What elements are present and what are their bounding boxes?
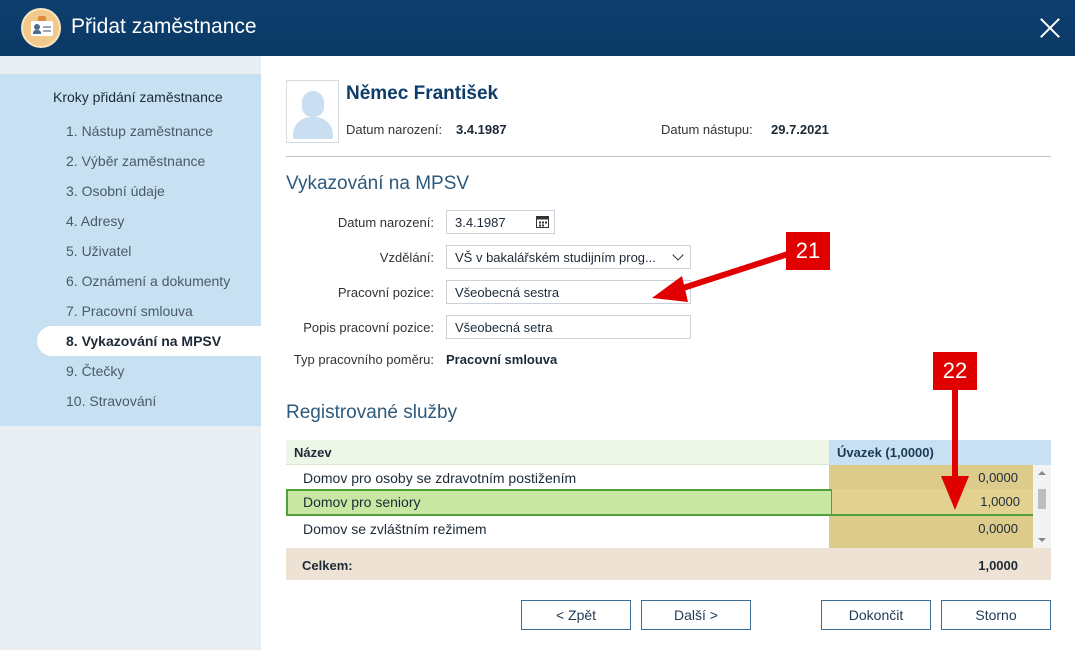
scroll-up-icon[interactable] (1038, 471, 1046, 475)
position-label: Pracovní pozice: (337, 285, 434, 300)
window-title: Přidat zaměstnance (71, 15, 257, 38)
step-2[interactable]: 2. Výběr zaměstnance (66, 153, 205, 169)
step-6[interactable]: 6. Oznámení a dokumenty (66, 273, 230, 289)
start-date-label: Datum nástupu: (661, 122, 753, 137)
position-value: Všeobecná sestra (455, 285, 560, 300)
workload-cell[interactable]: 0,0000 (829, 465, 1033, 490)
table-row[interactable]: Domov se zvláštním režimem 0,0000 (286, 516, 1033, 541)
scroll-down-icon[interactable] (1038, 538, 1046, 542)
scroll-thumb[interactable] (1038, 489, 1046, 509)
service-name: Domov se zvláštním režimem (303, 521, 487, 537)
table-scrollbar[interactable] (1033, 465, 1051, 548)
step-5[interactable]: 5. Uživatel (66, 243, 131, 259)
step-1[interactable]: 1. Nástup zaměstnance (66, 123, 213, 139)
workload-cell[interactable]: 0,0000 (829, 516, 1033, 541)
title-bar: Přidat zaměstnance (0, 0, 1075, 56)
workload-cell[interactable]: 1,0000 (831, 489, 1035, 514)
contract-type-label: Typ pracovního poměru: (293, 352, 434, 367)
sidebar: Kroky přidání zaměstnance 1. Nástup zamě… (0, 56, 261, 650)
back-button[interactable]: < Zpět (521, 600, 631, 630)
education-select[interactable]: VŠ v bakalářském studijním prog... (446, 245, 691, 269)
step-10[interactable]: 10. Stravování (66, 393, 156, 409)
employee-name: Němec František (346, 83, 499, 104)
education-label: Vzdělání: (379, 250, 434, 265)
step-4[interactable]: 4. Adresy (66, 213, 124, 229)
total-value: 1,0000 (978, 558, 1018, 573)
step-8-label: 8. Vykazování na MPSV (66, 333, 222, 349)
services-section-title: Registrované služby (286, 402, 458, 423)
services-table: Název Úvazek (1,0000) Domov pro osoby se… (286, 440, 1051, 581)
cancel-button[interactable]: Storno (941, 600, 1051, 630)
calendar-icon[interactable] (536, 215, 549, 228)
callout-22: 22 (933, 352, 977, 390)
service-name: Domov pro osoby se zdravotním postižením (303, 470, 577, 486)
position-desc-label: Popis pracovní pozice: (303, 320, 434, 335)
workload-cell-partial (829, 540, 1033, 548)
form-birth-label: Datum narození: (337, 215, 434, 230)
position-desc-value: Všeobecná setra (455, 320, 553, 335)
table-row[interactable]: Domov pro osoby se zdravotním postižením… (286, 465, 1033, 490)
birth-date-field-value: 3.4.1987 (455, 215, 506, 230)
table-row-selected[interactable]: Domov pro seniory 1,0000 (286, 489, 1035, 516)
column-header-name[interactable]: Název (286, 440, 829, 465)
service-name: Domov pro seniory (303, 494, 421, 510)
divider (286, 156, 1051, 157)
total-label: Celkem: (302, 558, 353, 573)
chevron-down-icon[interactable] (672, 249, 684, 261)
start-date-value: 29.7.2021 (771, 122, 829, 137)
birth-date-label: Datum narození: (346, 122, 443, 137)
contract-type-value: Pracovní smlouva (446, 352, 558, 367)
position-input[interactable]: Všeobecná sestra (446, 280, 691, 304)
step-8-active[interactable]: 8. Vykazování na MPSV (37, 326, 261, 356)
position-desc-input[interactable]: Všeobecná setra (446, 315, 691, 339)
step-3[interactable]: 3. Osobní údaje (66, 183, 165, 199)
next-button[interactable]: Další > (641, 600, 751, 630)
total-row: Celkem: 1,0000 (286, 548, 1051, 580)
column-header-workload[interactable]: Úvazek (1,0000) (829, 440, 1033, 465)
header-filler (1033, 440, 1051, 465)
employee-card-icon (21, 8, 61, 48)
mpsv-section-title: Vykazování na MPSV (286, 173, 470, 194)
step-9[interactable]: 9. Čtečky (66, 363, 124, 379)
steps-panel: Kroky přidání zaměstnance 1. Nástup zamě… (0, 74, 261, 426)
birth-date-field[interactable]: 3.4.1987 (446, 210, 555, 234)
step-7[interactable]: 7. Pracovní smlouva (66, 303, 193, 319)
callout-21: 21 (786, 232, 830, 270)
finish-button[interactable]: Dokončit (821, 600, 931, 630)
avatar (286, 80, 339, 143)
steps-heading: Kroky přidání zaměstnance (53, 89, 223, 105)
birth-date-value: 3.4.1987 (456, 122, 507, 137)
education-value: VŠ v bakalářském studijním prog... (455, 250, 656, 265)
close-icon[interactable] (1036, 14, 1064, 42)
